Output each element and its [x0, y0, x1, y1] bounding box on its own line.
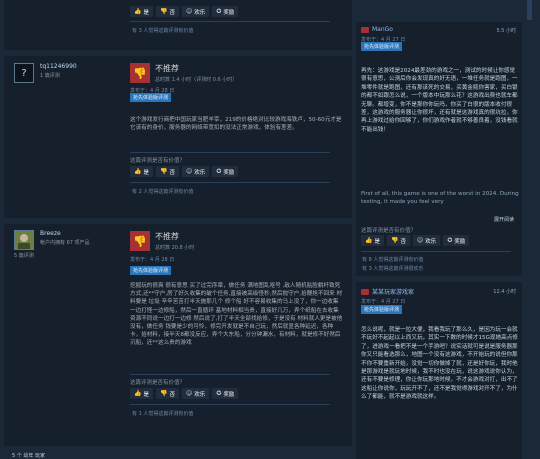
divider	[130, 21, 330, 22]
review-verdict: 👎 不推荐 总时数 20.8 小时	[130, 231, 194, 251]
award-icon: ✪	[216, 168, 222, 175]
award-button[interactable]: ✪ 奖励	[443, 235, 470, 246]
smile-icon: ☺	[186, 390, 193, 397]
award-button[interactable]: ✪ 奖励	[212, 388, 239, 399]
review-text-english: First of all, this game is one of the wo…	[361, 191, 519, 206]
funny-count: 有 3 人觉得这篇评测很欢乐	[362, 266, 424, 272]
helpful-question: 这篇评测是否有价值？	[361, 228, 417, 234]
helpful-question: 这篇评测是否有价值？	[130, 380, 186, 386]
vote-no-button[interactable]: 👎 否	[156, 6, 179, 17]
play-hours: 5.5 小时	[496, 28, 516, 34]
reviewer-info: ? tq11246990 1 篇评测	[14, 63, 77, 83]
helpful-count: 有 3 人觉得这篇评测有价值	[132, 28, 194, 34]
divider	[130, 374, 330, 375]
posted-date: 发布于：4 月 28 日	[130, 257, 175, 263]
thumbs-up-icon: 👍	[134, 390, 142, 397]
divider	[361, 251, 511, 252]
early-access-badge: 抢先体验版评测	[130, 93, 172, 102]
vote-yes-button[interactable]: 👍 是	[361, 235, 384, 246]
play-hours: 总时数 20.8 小时	[155, 245, 195, 251]
reviewer-product-count[interactable]: 帐户内拥有 67 项产品	[40, 239, 90, 246]
early-access-badge: 抢先体验版评测	[361, 42, 403, 51]
recommendation-label: 不推荐	[155, 232, 179, 241]
vote-yes-button[interactable]: 👍 是	[130, 166, 153, 177]
vote-buttons: 👍 是 👎 否 ☺ 欢乐 ✪ 奖励	[130, 388, 239, 399]
review-card-compact: ManGo 5.5 小时 发布于：4 月 27 日 抢先体验版评测 再先：这游戏…	[356, 22, 522, 276]
thumbs-up-icon: 👍	[134, 8, 142, 15]
vote-funny-button[interactable]: ☺ 欢乐	[182, 388, 210, 399]
reviews-right-column: ManGo 5.5 小时 发布于：4 月 27 日 抢先体验版评测 再先：这游戏…	[352, 0, 532, 459]
review-text: 怎么说呢，就是一拉大便，我看我玩了那么久，是因为玩一会就不玩好不起起以上而又玩，…	[361, 327, 518, 401]
award-icon: ✪	[216, 390, 222, 397]
helpful-count: 有 8 人觉得这篇评测有价值	[362, 257, 424, 263]
vote-funny-button[interactable]: ☺ 欢乐	[182, 6, 210, 17]
thumbs-up-icon: 👍	[365, 237, 373, 244]
reviews-left-column: 👍 是 👎 否 ☺ 欢乐 ✪ 奖励 有 3 人觉得这篇评测有价值 ? tq1124699…	[4, 0, 352, 459]
expand-review-link[interactable]: 展开阅读	[494, 216, 514, 223]
award-button[interactable]: ✪ 奖励	[212, 6, 239, 17]
review-text: 这个游戏发行商把中国玩家当肥羊宰，219的价格绝对比较游戏海铁卢，50-60元才…	[130, 117, 342, 132]
vote-no-button[interactable]: 👎 否	[387, 235, 410, 246]
divider	[130, 152, 330, 153]
reviewer-name[interactable]: tq11246990	[40, 63, 77, 70]
vote-no-button[interactable]: 👎 否	[156, 166, 179, 177]
helpful-question: 这篇评测是否有价值？	[130, 158, 186, 164]
vote-buttons: 👍 是 👎 否 ☺ 欢乐 ✪ 奖励	[361, 235, 470, 246]
reviewer-info: Breeze 帐户内拥有 67 项产品	[14, 230, 90, 250]
section-heading-partial: 5 个 幼年 玩家	[12, 453, 45, 459]
award-icon: ✪	[216, 8, 222, 15]
early-access-badge: 抢先体验版评测	[130, 266, 172, 275]
recommendation-label: 不推荐	[155, 64, 179, 73]
reviewer-name[interactable]: 某某玩家游戏家	[372, 287, 414, 296]
scrollbar[interactable]	[527, 0, 532, 20]
vote-yes-button[interactable]: 👍 是	[130, 6, 153, 17]
avatar[interactable]: ?	[14, 63, 34, 83]
thumbs-down-icon: 👎	[391, 237, 399, 244]
reviewer-info: 某某玩家游戏家	[361, 287, 414, 296]
avatar-image-icon	[15, 231, 33, 249]
reviewer-review-count[interactable]: 1 篇评测	[40, 72, 77, 79]
vote-yes-button[interactable]: 👍 是	[130, 388, 153, 399]
review-verdict: 👎 不推荐 总时数 1.4 小时（评测时 0.6 小时）	[130, 63, 237, 83]
reviewer-name[interactable]: Breeze	[40, 230, 90, 237]
review-text: 挖掘玩的很爽 很有意思 买了过完序章，做任务 满地图乱呕号 ,敌人随机贴脸躺杆致…	[130, 283, 343, 347]
divider	[130, 182, 330, 183]
reviewer-info: ManGo	[361, 26, 393, 33]
thumbs-down-icon: 👎	[160, 168, 168, 175]
helpful-count: 有 1 人觉得这篇评测有价值	[132, 411, 194, 417]
thumbs-down-icon: 👎	[130, 63, 150, 83]
review-text: 再先：这游戏是2024最差劲的游戏之一，测试的时候让你感觉很有意思，公测后你会发…	[361, 68, 518, 133]
thumbs-down-icon: 👎	[130, 231, 150, 251]
vote-no-button[interactable]: 👎 否	[156, 388, 179, 399]
helpful-count: 有 2 人觉得这篇评测有价值	[132, 189, 194, 195]
vote-buttons: 👍 是 👎 否 ☺ 欢乐 ✪ 奖励	[130, 6, 239, 17]
review-card: Breeze 帐户内拥有 67 项产品 5 篇评测 👎 不推荐 总时数 20.8…	[4, 224, 352, 446]
thumbs-down-icon	[361, 288, 369, 295]
thumbs-down-icon	[361, 26, 369, 33]
award-button[interactable]: ✪ 奖励	[212, 166, 239, 177]
avatar[interactable]	[14, 230, 34, 250]
vote-buttons: 👍 是 👎 否 ☺ 欢乐 ✪ 奖励	[130, 166, 239, 177]
posted-date: 发布于：4 月 27 日	[361, 299, 406, 305]
smile-icon: ☺	[186, 8, 193, 15]
vote-funny-button[interactable]: ☺ 欢乐	[413, 235, 441, 246]
divider	[130, 404, 330, 405]
review-card-compact: 某某玩家游戏家 12.4 小时 发布于：4 月 27 日 抢先体验版评测 怎么说…	[356, 282, 522, 459]
reviewer-name[interactable]: ManGo	[372, 26, 393, 33]
thumbs-down-icon: 👎	[160, 8, 168, 15]
play-hours: 12.4 小时	[493, 289, 516, 295]
review-card-top: 👍 是 👎 否 ☺ 欢乐 ✪ 奖励 有 3 人觉得这篇评测有价值	[4, 0, 352, 50]
play-hours: 总时数 1.4 小时（评测时 0.6 小时）	[155, 77, 238, 83]
smile-icon: ☺	[417, 237, 424, 244]
smile-icon: ☺	[186, 168, 193, 175]
vote-funny-button[interactable]: ☺ 欢乐	[182, 166, 210, 177]
thumbs-up-icon: 👍	[134, 168, 142, 175]
reviewer-review-count[interactable]: 5 篇评测	[14, 252, 34, 259]
early-access-badge: 抢先体验版评测	[361, 305, 403, 314]
award-icon: ✪	[447, 237, 453, 244]
thumbs-down-icon: 👎	[160, 390, 168, 397]
review-card: ? tq11246990 1 篇评测 👎 不推荐 总时数 1.4 小时（评测时 …	[4, 56, 352, 218]
